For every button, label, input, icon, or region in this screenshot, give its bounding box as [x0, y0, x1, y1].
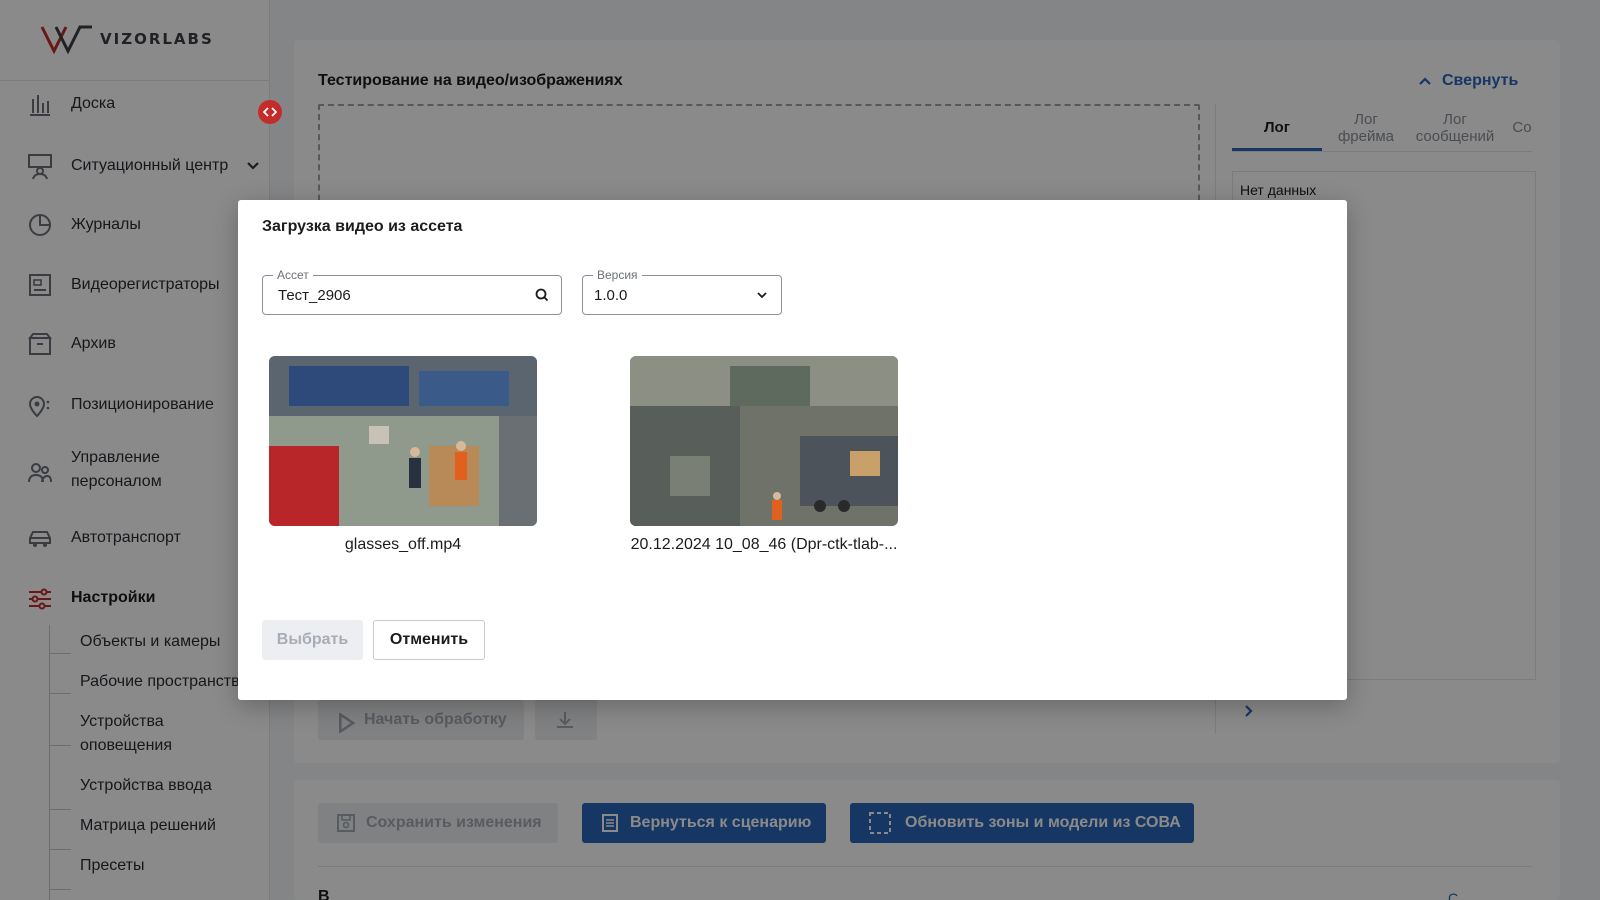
version-field-label: Версия — [593, 268, 642, 282]
asset-field-label: Ассет — [273, 268, 313, 282]
search-icon[interactable] — [534, 287, 550, 303]
video-thumbnail-1[interactable] — [269, 356, 537, 526]
chevron-down-icon — [757, 292, 767, 299]
sidebar-toggle-button[interactable] — [258, 100, 282, 124]
asset-search-field[interactable]: Ассет Тест_2906 — [262, 268, 562, 315]
video-caption-1: glasses_off.mp4 — [344, 536, 462, 553]
factory-video-preview — [630, 356, 898, 526]
dialog-title: Загрузка видео из ассета — [262, 218, 463, 235]
load-video-dialog: Загрузка видео из ассета Ассет Тест_2906… — [238, 200, 1347, 700]
version-select[interactable]: Версия 1.0.0 — [582, 268, 782, 315]
cancel-button[interactable]: Отменить — [373, 620, 485, 660]
video-caption-2: 20.12.2024 10_08_46 (Dpr-ctk-tlab-... — [630, 536, 898, 553]
warehouse-video-preview — [269, 356, 537, 526]
select-button[interactable]: Выбрать — [262, 620, 363, 660]
asset-input-value: Тест_2906 — [278, 287, 351, 304]
version-select-value: 1.0.0 — [594, 287, 628, 304]
video-thumbnail-2[interactable] — [630, 356, 898, 526]
code-arrows-icon — [263, 107, 277, 117]
